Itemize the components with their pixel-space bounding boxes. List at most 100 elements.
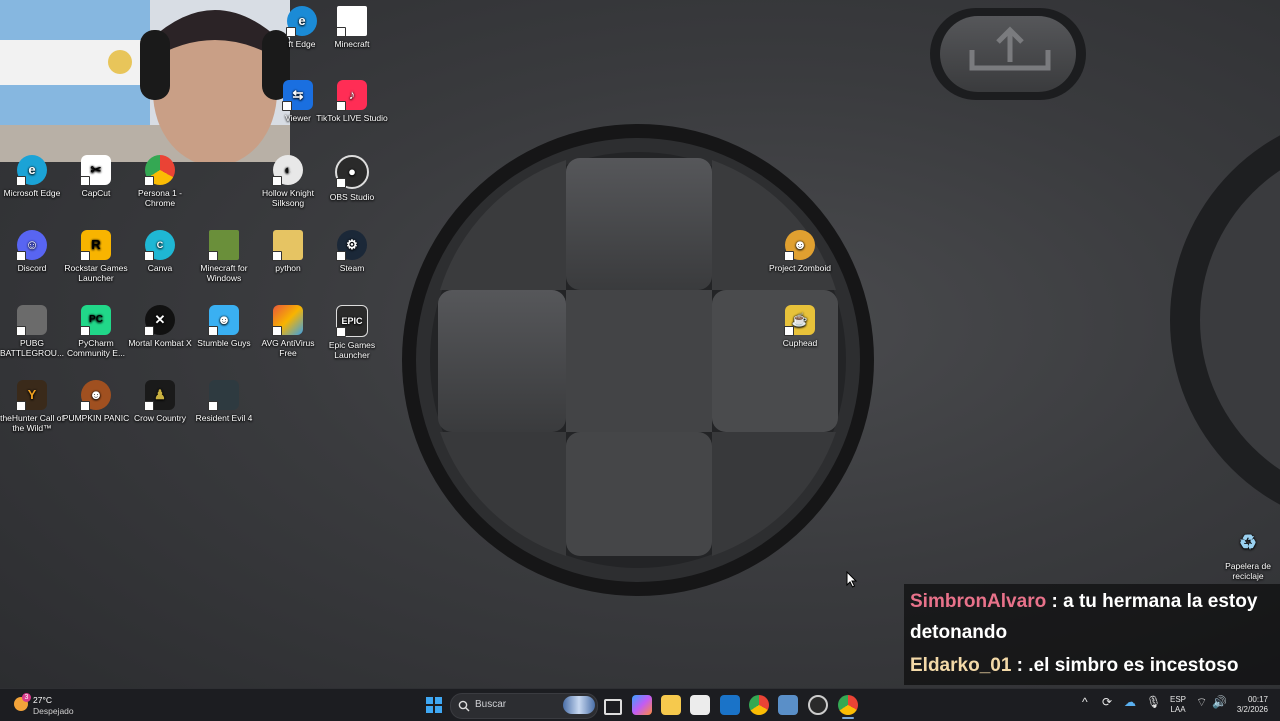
taskbar: 3 27°C Despejado Buscar ^ ⟳ ☁ 🎙 ESP LAA … (0, 688, 1280, 721)
hollow-knight-icon: ◐ (272, 155, 303, 186)
search-icon (458, 700, 470, 712)
desktop-icon-minecraft[interactable]: Minecraft (316, 6, 388, 49)
icon-label: Cuphead (782, 338, 818, 348)
epic-games-icon: EPIC (336, 305, 368, 337)
wifi-icon[interactable]: ⌔ (1196, 696, 1207, 708)
icon-label: Resident Evil 4 (195, 413, 253, 423)
folder-icon (272, 230, 303, 261)
desktop-icon-pumpkin-panic[interactable]: ☻ PUMPKIN PANIC (60, 380, 132, 423)
desktop-icon-microsoft-edge[interactable]: e Microsoft Edge (0, 155, 68, 198)
task-view-icon[interactable] (604, 699, 622, 715)
icon-label: theHunter Call of the Wild™ (0, 413, 64, 433)
icon-label: PyCharm Community E... (66, 338, 126, 358)
outlook-icon[interactable] (720, 695, 740, 715)
stream-chat-overlay: SimbronAlvaro : a tu hermana la estoy de… (904, 584, 1280, 685)
microphone-icon[interactable]: 🎙 (1146, 696, 1161, 708)
minecraft-icon (208, 230, 239, 261)
sync-icon[interactable]: ⟳ (1102, 696, 1112, 708)
desktop-icon-stumble-guys[interactable]: ☻ Stumble Guys (188, 305, 260, 348)
icon-label: Stumble Guys (197, 338, 251, 348)
icon-label: PUMPKIN PANIC (62, 413, 130, 423)
volume-icon[interactable]: 🔊 (1212, 696, 1227, 708)
chevron-up-icon[interactable]: ^ (1082, 696, 1088, 708)
tiktok-icon: ♪ (336, 80, 367, 111)
search-placeholder: Buscar (475, 699, 507, 710)
icon-label: Viewer (285, 113, 311, 123)
recycle-bin-icon: ♻ (1239, 532, 1257, 554)
webcam-overlay (0, 0, 290, 162)
icon-label: PUBG BATTLEGROU... (0, 338, 65, 358)
copilot-icon[interactable] (632, 695, 652, 715)
chat-text: .el simbro es incestoso (1028, 655, 1239, 676)
edge-icon: e (286, 6, 317, 37)
chrome-icon[interactable] (749, 695, 769, 715)
date: 3/2/2026 (1236, 705, 1268, 714)
icon-label: ft Edge (288, 39, 316, 49)
icon-label: Discord (17, 263, 47, 273)
desktop-icon-rockstar[interactable]: R Rockstar Games Launcher (60, 230, 132, 283)
desktop-icon-mortal-kombat[interactable]: ✕ Mortal Kombat X (124, 305, 196, 348)
icon-label: AVG AntiVirus Free (261, 338, 315, 358)
desktop-icon-capcut[interactable]: ✂ CapCut (60, 155, 132, 198)
search-highlight-icon (563, 696, 595, 714)
icon-label: Papelera de reciclaje (1225, 561, 1271, 581)
desktop-icon-thehunter[interactable]: Y theHunter Call of the Wild™ (0, 380, 68, 433)
clock[interactable]: 00:17 3/2/2026 (1228, 695, 1268, 715)
desktop-icon-hollow-knight[interactable]: ◐ Hollow Knight Silksong (252, 155, 324, 208)
desktop-icon-recycle-bin[interactable]: ♻ Papelera de reciclaje (1212, 528, 1280, 581)
icon-label: OBS Studio (329, 192, 375, 202)
chat-separator: : (1011, 655, 1029, 676)
chrome-icon-2[interactable] (838, 695, 858, 715)
weather-widget[interactable]: 3 27°C Despejado (10, 692, 90, 718)
desktop-icon-canva[interactable]: C Canva (124, 230, 196, 273)
rockstar-icon: R (80, 230, 111, 261)
icon-label: Persona 1 - Chrome (138, 188, 182, 208)
capcut-icon: ✂ (80, 155, 111, 186)
chat-message: Eldarko_01 : .el simbro es incestoso (908, 650, 1278, 681)
lang-line2: LAA (1170, 705, 1186, 714)
resident-evil-icon (208, 380, 239, 411)
canva-icon: C (144, 230, 175, 261)
desktop-icon-tiktok-live[interactable]: ♪ TikTok LIVE Studio (316, 80, 388, 123)
icon-label: Rockstar Games Launcher (64, 263, 128, 283)
start-icon[interactable] (424, 695, 444, 715)
file-explorer-icon[interactable] (661, 695, 681, 715)
desktop-icon-steam[interactable]: ⚙ Steam (316, 230, 388, 273)
desktop-icon-avg[interactable]: AVG AntiVirus Free (252, 305, 324, 358)
weather-desc: Despejado (33, 706, 74, 716)
steam-icon: ⚙ (336, 230, 367, 261)
cuphead-icon: ☕ (784, 305, 815, 336)
desktop-icon-epic-games[interactable]: EPIC Epic Games Launcher (316, 305, 388, 360)
desktop-icon-cuphead[interactable]: ☕ Cuphead (764, 305, 836, 348)
discord-icon: ☺ (16, 230, 47, 261)
desktop-icon-pycharm[interactable]: PC PyCharm Community E... (60, 305, 132, 358)
icon-label: Mortal Kombat X (128, 338, 192, 348)
obs-icon[interactable] (808, 695, 828, 715)
store-icon[interactable] (690, 695, 710, 715)
icon-label: Epic Games Launcher (328, 340, 376, 360)
mortal-kombat-icon: ✕ (144, 305, 175, 336)
chat-message: SimbronAlvaro : a tu hermana la estoy de… (908, 586, 1278, 648)
desktop-icon-project-zomboid[interactable]: ☻ Project Zomboid (764, 230, 836, 273)
desktop-icon-crow-country[interactable]: ♟ Crow Country (124, 380, 196, 423)
icon-label: CapCut (81, 188, 111, 198)
desktop-icon-minecraft-windows[interactable]: Minecraft for Windows (188, 230, 260, 283)
desktop-icon-persona-chrome[interactable]: Persona 1 - Chrome (124, 155, 196, 208)
avg-icon (272, 305, 303, 336)
chat-separator: : (1046, 591, 1064, 612)
desktop-icon-python[interactable]: python (252, 230, 324, 273)
icon-label: python (275, 263, 301, 273)
lang-line1: ESP (1169, 695, 1186, 704)
project-zomboid-icon: ☻ (784, 230, 815, 261)
taskbar-search[interactable]: Buscar (450, 693, 598, 719)
active-app-indicator (842, 717, 854, 719)
desktop-icon-obs[interactable]: ● OBS Studio (316, 155, 388, 202)
chrome-icon (144, 155, 175, 186)
desktop-icon-resident-evil-4[interactable]: Resident Evil 4 (188, 380, 260, 423)
notification-badge: 3 (22, 693, 31, 702)
network-icon[interactable]: ☁ (1124, 696, 1136, 708)
app-icon[interactable] (778, 695, 798, 715)
desktop-icon-pubg[interactable]: PUBG BATTLEGROU... (0, 305, 68, 358)
desktop-icon-discord[interactable]: ☺ Discord (0, 230, 68, 273)
language-indicator[interactable]: ESP LAA (1166, 695, 1190, 715)
